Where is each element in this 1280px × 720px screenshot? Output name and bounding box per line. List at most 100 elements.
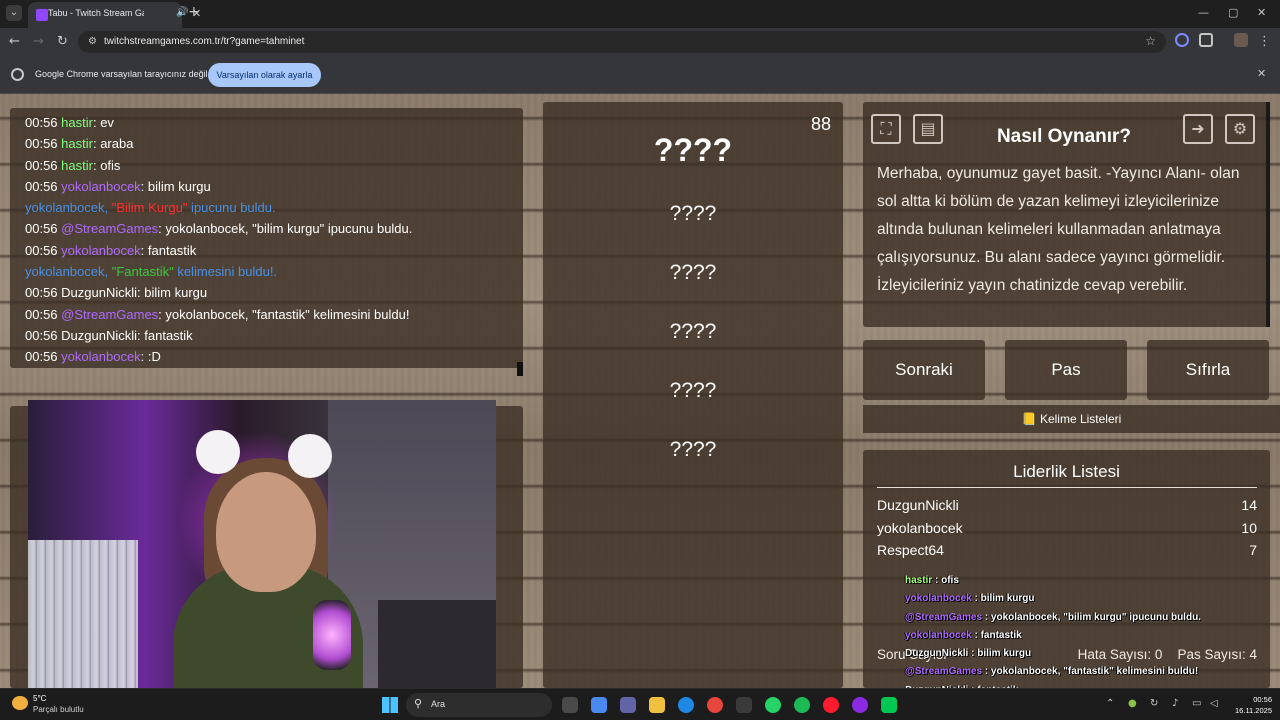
tray-chevron-icon[interactable]: ⌃ [1106,698,1114,709]
site-info-icon[interactable]: ⚙ [88,36,97,47]
exit-icon[interactable]: ➜ [1183,114,1213,144]
start-button-icon[interactable] [382,697,398,713]
tray-app-icon[interactable]: ● [1128,698,1137,709]
how-to-play-scrollbar[interactable] [1266,102,1270,327]
chrome-icon[interactable] [707,697,723,713]
weather-temp[interactable]: 5°C [33,694,46,703]
reload-button[interactable]: ↻ [57,34,68,49]
overlay-chat-user: @StreamGames [905,611,983,623]
bookmark-star-icon[interactable]: ☆ [1145,34,1156,48]
chat-time: 00:56 [25,349,58,365]
task-view-icon[interactable] [562,697,578,713]
player-name: DuzgunNickli [877,497,959,513]
chat-scrollbar[interactable] [517,362,523,376]
maximize-button[interactable]: ▢ [1228,6,1238,19]
overlay-chat-line: @StreamGames : yokolanbocek, "bilim kurg… [905,609,1265,627]
whatsapp-icon[interactable] [765,697,781,713]
clock-time: 00:56 [1253,695,1272,704]
audio-playing-icon[interactable]: 🔊 [176,7,188,18]
profile-avatar[interactable] [1234,33,1248,47]
leaderboard-divider [877,487,1257,488]
tab-search-button[interactable]: ⌄ [6,5,22,21]
chat-line: 00:56 hastir: ofis [25,155,523,176]
tab-title: Tabu - Twitch Stream Game [48,8,144,18]
back-button[interactable]: ← [9,34,20,49]
forbidden-word: ???? [669,438,717,461]
chat-text: : :D [140,349,161,365]
forbidden-word: ???? [669,379,717,402]
chat-time: 00:56 [25,221,58,237]
extension-icon[interactable] [1175,33,1189,47]
volume-icon[interactable]: ◁ [1210,698,1218,709]
active-tab[interactable]: Tabu - Twitch Stream Game 🔊 ✕ [28,2,201,28]
chat-user: yokolanbocek [61,178,141,194]
chat-time: 00:56 [25,327,58,343]
clock-date: 16.11.2025 [1235,706,1272,715]
overlay-chat-line: yokolanbocek : bilim kurgu [905,590,1265,608]
player-name: yokolanbocek [877,520,963,536]
chat-line: 00:56 yokolanbocek: bilim kurgu [25,176,523,197]
chat-system-user: yokolanbocek, [25,264,112,280]
new-tab-button[interactable]: + [188,4,200,20]
reset-button[interactable]: Sıfırla [1147,340,1269,400]
taskbar-search[interactable]: ⚲ Ara [406,693,552,717]
next-button[interactable]: Sonraki [863,340,985,400]
network-icon[interactable]: ▭ [1192,698,1201,709]
forbidden-word: ???? [669,320,717,343]
chat-user: yokolanbocek [61,242,141,258]
set-default-button[interactable]: Varsayılan olarak ayarla [208,63,321,87]
microphone-icon[interactable]: ♪ [1172,698,1178,709]
overlay-chat-user: DuzgunNickli [905,648,969,660]
chat-time: 00:56 [25,157,58,173]
search-icon: ⚲ [414,697,423,710]
infobar-close-icon[interactable]: ✕ [1257,67,1266,80]
forbidden-word: ???? [669,261,717,284]
webcam-video [28,400,496,688]
minimize-button[interactable]: — [1198,6,1209,19]
player-name: Respect64 [877,542,944,558]
chat-text: ev [100,115,114,130]
tray-refresh-icon[interactable]: ↻ [1150,698,1158,709]
app-icon-green[interactable] [881,697,897,713]
leaderboard-row: Respect64 7 [877,542,1257,564]
weather-icon[interactable] [12,696,28,710]
extensions-puzzle-icon[interactable] [1199,33,1213,47]
settings-gear-icon[interactable]: ⚙ [1225,114,1255,144]
forbidden-word: ???? [669,202,717,225]
app-icon[interactable] [852,697,868,713]
address-bar[interactable]: ⚙ twitchstreamgames.com.tr/tr?game=tahmi… [78,31,1166,53]
overlay-chat-user: yokolanbocek [905,629,972,641]
chat-user: @StreamGames [61,306,159,322]
chrome-menu-icon[interactable]: ⋮ [1258,34,1271,49]
overlay-chat-text: : bilim kurgu [971,593,1035,605]
chrome-icon [11,68,24,81]
chat-time: 00:56 [25,306,58,322]
chat-text: ofis [100,157,121,173]
chat-line: 00:56 @StreamGames: yokolanbocek, "bilim… [25,218,523,239]
browser-toolbar: ← → ↻ ⚙ twitchstreamgames.com.tr/tr?game… [0,28,1280,56]
pass-button[interactable]: Pas [1005,340,1127,400]
spotify-icon[interactable] [794,697,810,713]
word-lists-button[interactable]: 📒 Kelime Listeleri [863,405,1280,433]
edge-icon[interactable] [678,697,694,713]
url-text[interactable]: twitchstreamgames.com.tr/tr?game=tahmine… [104,36,304,47]
forward-button[interactable]: → [33,34,44,49]
chat-system-text: kelimesini buldu!. [173,264,278,280]
teams-icon[interactable] [620,697,636,713]
player-score: 7 [1249,542,1257,558]
taskbar-clock[interactable]: 00:56 16.11.2025 [1228,694,1272,716]
copilot-icon[interactable] [591,697,607,713]
opera-icon[interactable] [823,697,839,713]
chat-line: 00:56 hastir: araba [25,133,523,154]
chat-text: : bilim kurgu [137,285,208,301]
twitch-favicon-icon [36,9,48,21]
store-icon[interactable] [736,697,752,713]
close-window-button[interactable]: ✕ [1257,6,1266,19]
chat-line: 00:56 DuzgunNickli: bilim kurgu [25,282,523,303]
webcam-headband-ear-right [288,434,332,478]
weather-condition[interactable]: Parçalı bulutlu [33,705,84,714]
how-to-play-text: Merhaba, oyunumuz gayet basit. -Yayıncı … [877,165,1240,294]
chat-text: : bilim kurgu [140,178,211,194]
webcam-desk [378,600,496,688]
file-explorer-icon[interactable] [649,697,665,713]
